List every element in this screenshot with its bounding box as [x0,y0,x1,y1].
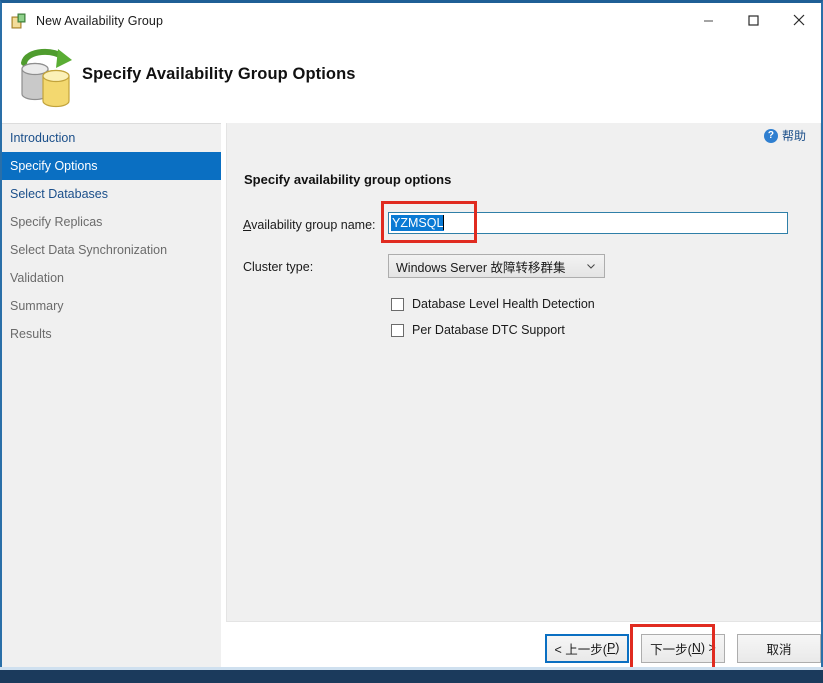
checkbox-row-per-database-dtc-support[interactable]: Per Database DTC Support [391,323,565,337]
availability-group-name-label: Availability group name: [243,218,376,232]
checkbox-label: Per Database DTC Support [412,323,565,337]
wizard-header: Specify Availability Group Options [2,39,821,123]
section-title: Specify availability group options [244,172,451,187]
window-titlebar: New Availability Group [2,3,821,39]
desktop-taskbar-strip [0,670,823,683]
close-icon [793,14,805,26]
sidebar-item-specify-replicas: Specify Replicas [2,208,221,236]
wizard-footer: < 上一步(P) 下一步(N) > 取消 [226,628,821,668]
checkbox-label: Database Level Health Detection [412,297,595,311]
back-button-mnemonic: P [607,641,615,655]
next-button[interactable]: 下一步(N) > [641,634,725,663]
minimize-icon [703,15,714,26]
per-database-dtc-support-checkbox[interactable] [391,324,404,337]
window-controls [686,5,821,35]
new-availability-group-window: New Availability Group [0,0,823,683]
sidebar-item-introduction[interactable]: Introduction [2,124,221,152]
sidebar-item-label: Validation [10,271,64,285]
sidebar-item-label: Select Databases [10,187,108,201]
help-link[interactable]: ? 帮助 [764,127,806,144]
cancel-button[interactable]: 取消 [737,634,821,663]
cluster-type-value: Windows Server 故障转移群集 [396,257,565,276]
wizard-content-panel: ? 帮助 Specify availability group options … [226,123,821,622]
minimize-button[interactable] [686,5,731,35]
sidebar-item-label: Results [10,327,52,341]
sidebar-item-label: Specify Replicas [10,215,102,229]
back-button-prefix: < 上一步( [555,639,607,658]
sidebar-item-select-data-synchronization: Select Data Synchronization [2,236,221,264]
next-button-mnemonic: N [692,641,701,655]
sidebar-item-label: Introduction [10,131,75,145]
sidebar-item-label: Select Data Synchronization [10,243,167,257]
sidebar-item-validation: Validation [2,264,221,292]
wizard-sidebar: Introduction Specify Options Select Data… [2,123,221,676]
back-button-suffix: ) [615,641,619,655]
sidebar-item-summary: Summary [2,292,221,320]
back-button[interactable]: < 上一步(P) [545,634,629,663]
database-replication-icon [14,43,78,109]
sidebar-item-label: Summary [10,299,63,313]
next-button-suffix: ) > [701,641,716,655]
maximize-button[interactable] [731,5,776,35]
cluster-type-select[interactable]: Windows Server 故障转移群集 [388,254,605,278]
cancel-button-label: 取消 [766,639,791,658]
sidebar-item-specify-options[interactable]: Specify Options [2,152,221,180]
checkbox-row-database-level-health-detection[interactable]: Database Level Health Detection [391,297,595,311]
sidebar-item-label: Specify Options [10,159,98,173]
help-label: 帮助 [782,127,806,144]
close-button[interactable] [776,5,821,35]
chevron-down-icon [587,264,595,269]
sidebar-item-select-databases[interactable]: Select Databases [2,180,221,208]
text-caret [443,215,444,230]
database-level-health-detection-checkbox[interactable] [391,298,404,311]
next-button-prefix: 下一步( [650,639,692,658]
availability-group-name-input[interactable] [388,212,788,234]
label-rest: vailability group name: [251,218,375,232]
availability-group-icon [11,13,27,29]
cluster-type-label: Cluster type: [243,260,313,274]
window-title: New Availability Group [36,14,163,28]
mnemonic-letter: A [243,218,251,232]
sidebar-item-results: Results [2,320,221,348]
help-question-icon: ? [764,129,778,143]
maximize-icon [748,15,759,26]
page-title: Specify Availability Group Options [82,65,356,84]
